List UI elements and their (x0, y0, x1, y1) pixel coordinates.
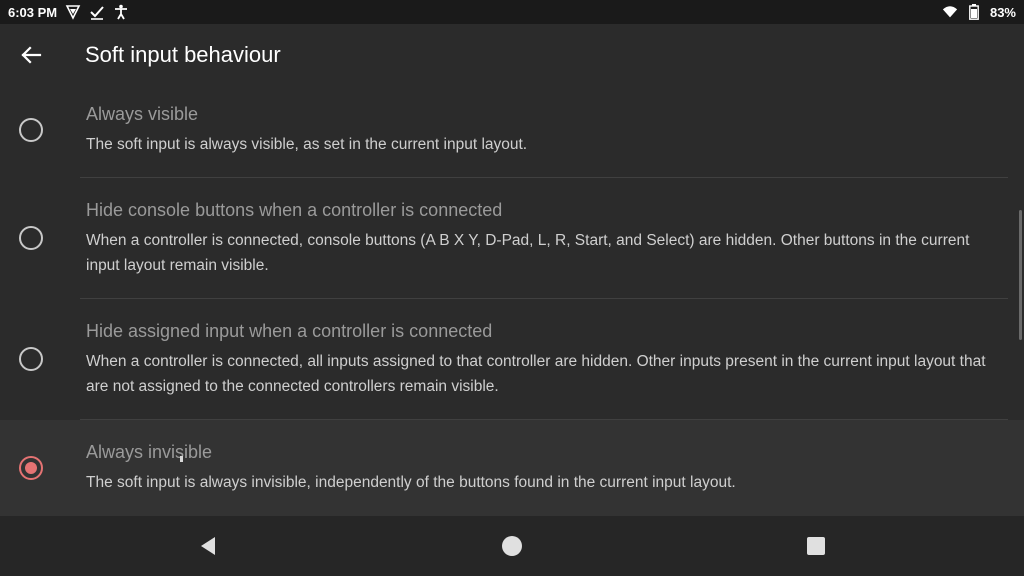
option-always-invisible[interactable]: Always invisible The soft input is alway… (0, 420, 1024, 516)
radio-button[interactable] (19, 118, 43, 142)
mouse-cursor (180, 456, 183, 462)
recents-square-icon (806, 536, 826, 556)
option-description: The soft input is always invisible, inde… (86, 474, 736, 491)
nav-home-button[interactable] (500, 534, 524, 558)
option-title: Hide console buttons when a controller i… (86, 200, 503, 220)
scrollbar[interactable] (1019, 210, 1022, 340)
page-title: Soft input behaviour (85, 42, 281, 67)
option-hide-console-buttons[interactable]: Hide console buttons when a controller i… (0, 178, 1024, 299)
radio-button[interactable] (19, 347, 43, 371)
vpn-shield-icon (65, 4, 81, 20)
status-left: 6:03 PM (8, 4, 129, 20)
radio-button[interactable] (19, 226, 43, 250)
nav-back-button[interactable] (196, 534, 220, 558)
option-description: The soft input is always visible, as set… (86, 136, 528, 153)
app-bar: Soft input behaviour (0, 24, 1024, 86)
radio-button-selected[interactable] (19, 456, 43, 480)
back-button[interactable] (0, 24, 62, 86)
option-always-visible[interactable]: Always visible The soft input is always … (0, 86, 1024, 178)
screen: 6:03 PM 83% Soft input behaviour Always … (0, 0, 1024, 576)
status-right: 83% (942, 4, 1016, 20)
option-title: Always invisible (86, 442, 213, 462)
back-triangle-icon (198, 536, 218, 556)
home-circle-icon (501, 535, 523, 557)
option-title: Hide assigned input when a controller is… (86, 321, 493, 341)
option-description: When a controller is connected, all inpu… (86, 353, 986, 395)
option-title: Always visible (86, 104, 199, 124)
check-download-icon (89, 4, 105, 20)
option-hide-assigned-input[interactable]: Hide assigned input when a controller is… (0, 299, 1024, 420)
nav-recents-button[interactable] (804, 534, 828, 558)
wifi-icon (942, 4, 958, 20)
option-description: When a controller is connected, console … (86, 232, 970, 274)
status-bar: 6:03 PM 83% (0, 0, 1024, 24)
status-time: 6:03 PM (8, 4, 58, 20)
battery-percent: 83% (989, 4, 1016, 20)
options-list: Always visible The soft input is always … (0, 86, 1024, 516)
arrow-back-icon (20, 44, 42, 66)
accessibility-icon (113, 4, 129, 20)
navigation-bar (0, 516, 1024, 576)
battery-icon (966, 4, 982, 20)
